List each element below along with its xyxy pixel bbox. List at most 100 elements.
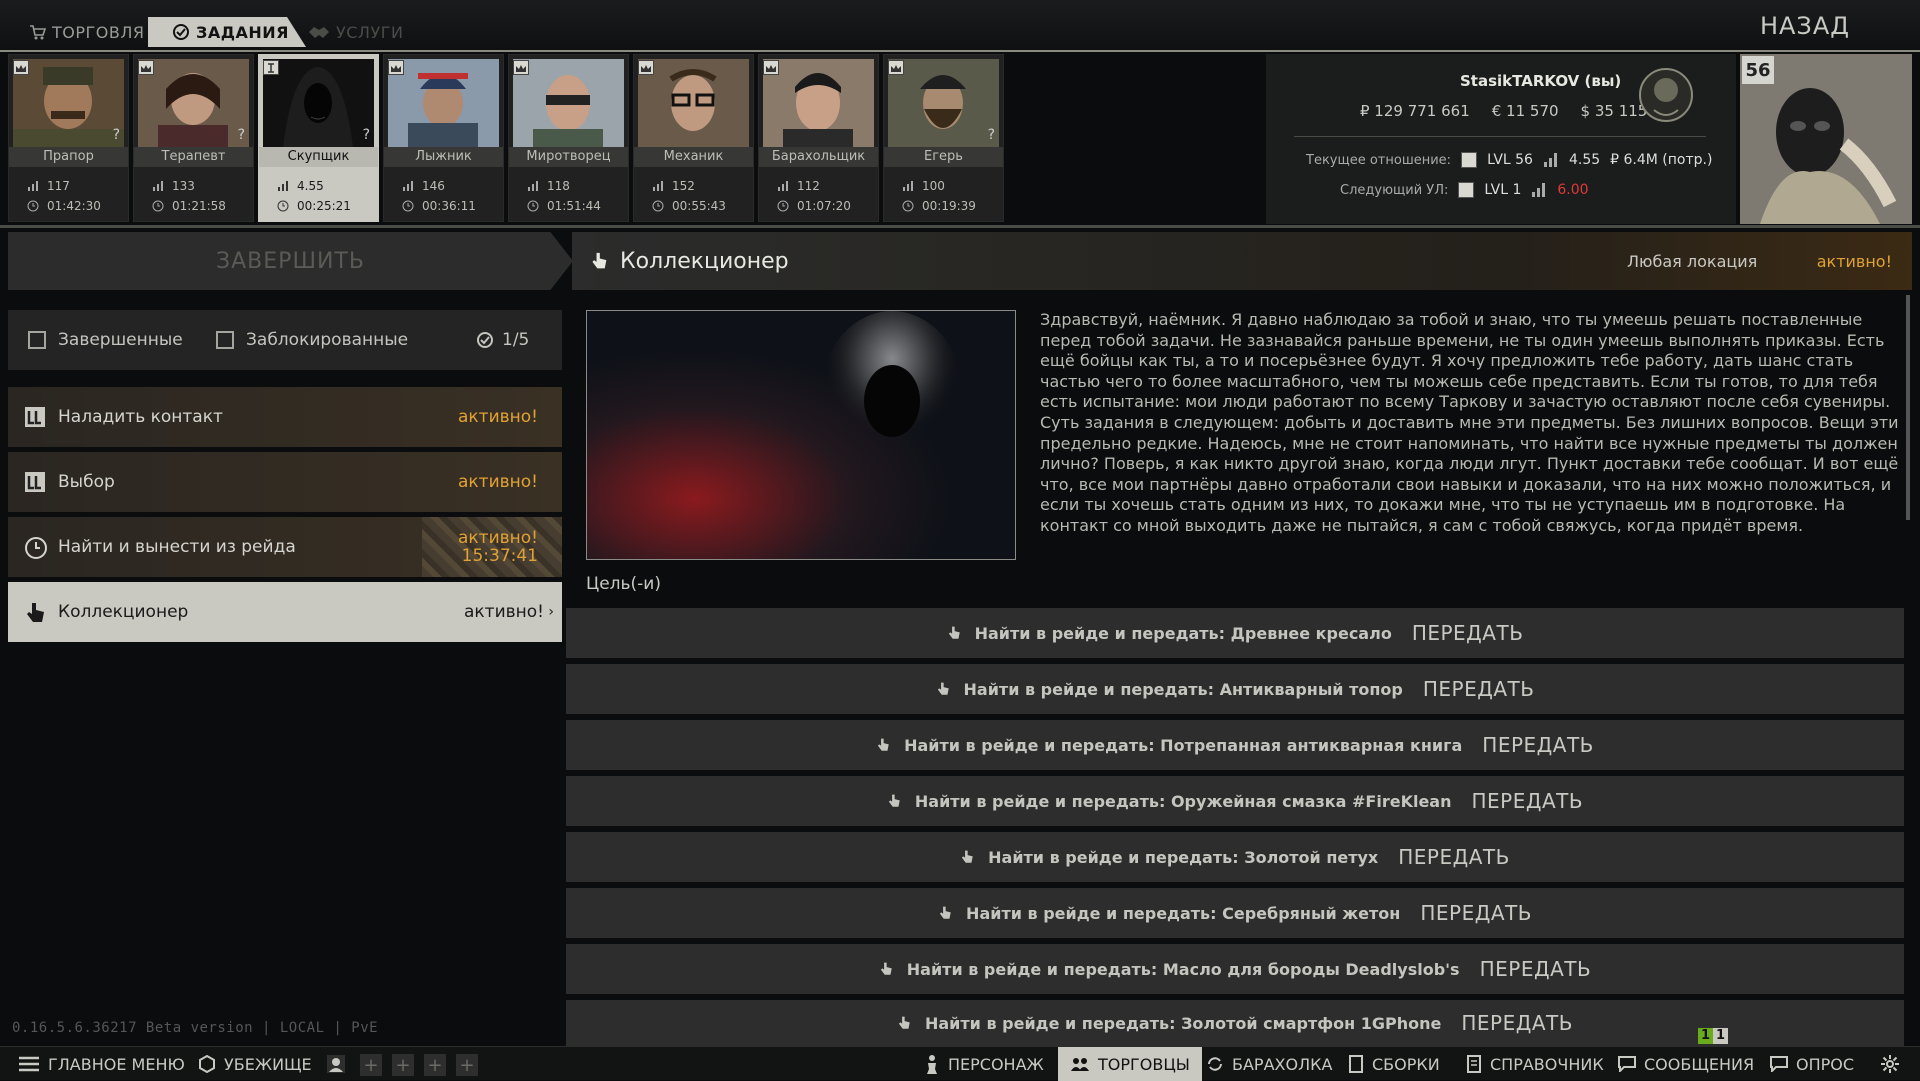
handbook-button[interactable]: СПРАВОЧНИК	[1466, 1047, 1604, 1081]
trade-cart-icon	[30, 25, 46, 40]
quest-item[interactable]: Выбор активно!	[8, 452, 562, 512]
hand-over-button[interactable]: ПЕРЕДАТЬ	[1420, 901, 1532, 925]
quest-item[interactable]: Наладить контакт активно!	[8, 387, 562, 447]
notification-counters: 1 1	[1698, 1028, 1729, 1044]
profile-slot-button[interactable]	[326, 1047, 346, 1081]
trader-level: 117	[27, 179, 70, 193]
tab-trade[interactable]: ТОРГОВЛЯ	[28, 17, 145, 47]
divider	[1294, 136, 1706, 137]
trader-card-fence[interactable]: ? Скупщик 4.55 00:25:21	[258, 54, 379, 222]
trader-level: 118	[527, 179, 570, 193]
builds-button[interactable]: СБОРКИ	[1348, 1047, 1440, 1081]
trader-card-therapist[interactable]: ? Терапевт 133 01:21:58	[133, 54, 254, 222]
quest-image	[586, 310, 1016, 560]
add-slot-button[interactable]: +	[392, 1054, 414, 1076]
quest-location: Любая локация	[1627, 251, 1758, 271]
crown-badge-icon	[763, 60, 779, 75]
trader-name: Миротворец	[509, 147, 628, 167]
trader-name: Барахольщик	[759, 147, 878, 167]
quest-status-label: активно!	[458, 528, 538, 548]
quest-description: Здравствуй, наёмник. Я давно наблюдаю за…	[1040, 310, 1899, 535]
trader-card-jaeger-skier[interactable]: Барахольщик 112 01:07:20	[758, 54, 879, 222]
hideout-button[interactable]: УБЕЖИЩЕ	[198, 1047, 312, 1081]
notification-count: 1	[1713, 1028, 1729, 1044]
character-button[interactable]: ПЕРСОНАЖ	[924, 1047, 1044, 1081]
trader-name: Механик	[634, 147, 753, 167]
objective-text: Найти в рейде и передать: Древнее кресал…	[947, 624, 1392, 643]
trader-name: Лыжник	[384, 147, 503, 167]
trader-card-mechanic[interactable]: Механик 152 00:55:43	[633, 54, 754, 222]
trader-card-prapor[interactable]: ? Прапор 117 01:42:30	[8, 54, 129, 222]
hand-over-button[interactable]: ПЕРЕДАТЬ	[1412, 621, 1524, 645]
add-slot-button[interactable]: +	[360, 1054, 382, 1076]
trader-timer: 00:25:21	[277, 199, 351, 213]
quest-filters: Завершенные Заблокированные 1/5	[8, 310, 562, 370]
trader-level: 152	[652, 179, 695, 193]
clock-icon	[27, 200, 39, 212]
current-spent: ₽ 6.4M (потр.)	[1610, 152, 1713, 168]
trader-portrait	[638, 59, 749, 147]
hand-over-button[interactable]: ПЕРЕДАТЬ	[1471, 789, 1583, 813]
handshake-icon	[309, 27, 329, 38]
standing-bars-icon	[653, 181, 663, 191]
clock-icon	[402, 200, 414, 212]
hand-over-button[interactable]: ПЕРЕДАТЬ	[1423, 677, 1535, 701]
clock-icon	[277, 200, 289, 212]
trader-card-jaeger[interactable]: ? Егерь 100 00:19:39	[883, 54, 1004, 222]
builds-icon	[1349, 1055, 1363, 1073]
objective-text: Найти в рейде и передать: Масло для боро…	[879, 960, 1460, 979]
objective-row: Найти в рейде и передать: Потрепанная ан…	[566, 720, 1904, 770]
checkmark-circle-icon	[173, 24, 189, 40]
clock-icon	[25, 537, 47, 559]
objective-text: Найти в рейде и передать: Золотой смартф…	[897, 1014, 1441, 1033]
main-menu-button[interactable]: ГЛАВНОЕ МЕНЮ	[18, 1047, 185, 1081]
quest-item-selected[interactable]: Коллекционер активно! ›	[8, 582, 562, 642]
trader-portrait	[763, 59, 874, 147]
blocked-filter-checkbox[interactable]: Заблокированные	[216, 330, 408, 350]
trader-card-ragman[interactable]: Лыжник 146 00:36:11	[383, 54, 504, 222]
finish-button[interactable]: ЗАВЕРШИТЬ	[8, 232, 573, 290]
tab-tasks[interactable]: ЗАДАНИЯ	[148, 17, 306, 47]
hand-over-button[interactable]: ПЕРЕДАТЬ	[1461, 1011, 1573, 1035]
objective-row: Найти в рейде и передать: Масло для боро…	[566, 944, 1904, 994]
top-divider	[0, 50, 1920, 52]
traders-button[interactable]: ТОРГОВЦЫ	[1058, 1047, 1202, 1081]
quest-name: Наладить контакт	[58, 407, 223, 427]
completed-filter-checkbox[interactable]: Завершенные	[28, 330, 183, 350]
back-button[interactable]: НАЗАД	[1760, 12, 1850, 40]
trader-card-peacekeeper[interactable]: Миротворец 118 01:51:44	[508, 54, 629, 222]
add-slot-button[interactable]: +	[456, 1054, 478, 1076]
trader-timer: 01:42:30	[27, 199, 101, 213]
objective-row: Найти в рейде и передать: Серебряный жет…	[566, 888, 1904, 938]
hand-over-button[interactable]: ПЕРЕДАТЬ	[1398, 845, 1510, 869]
add-slot-button[interactable]: +	[424, 1054, 446, 1076]
flea-market-button[interactable]: БАРАХОЛКА	[1206, 1047, 1332, 1081]
survey-button[interactable]: ОПРОС	[1770, 1047, 1854, 1081]
player-name: StasikTARKOV (вы)	[1460, 72, 1622, 90]
checkbox-icon	[28, 331, 46, 349]
trader-timer: 01:07:20	[777, 199, 851, 213]
hand-over-button[interactable]: ПЕРЕДАТЬ	[1482, 733, 1594, 757]
current-relation-row: Текущее отношение: LVL 56 4.55 ₽ 6.4M (п…	[1306, 152, 1712, 168]
tab-services[interactable]: УСЛУГИ	[308, 17, 403, 47]
handbook-icon	[1467, 1055, 1481, 1073]
level-roman-badge-icon	[1461, 152, 1478, 168]
objective-text: Найти в рейде и передать: Оружейная смаз…	[887, 792, 1451, 811]
description-scrollbar[interactable]	[1906, 295, 1910, 520]
messages-button[interactable]: СООБЩЕНИЯ	[1618, 1047, 1754, 1081]
notification-count-green: 1	[1698, 1028, 1714, 1044]
player-level-badge: 56	[1742, 56, 1774, 84]
player-info-panel: StasikTARKOV (вы) ₽ 129 771 661 € 11 570…	[1266, 54, 1736, 224]
flea-market-icon	[1208, 1057, 1222, 1071]
hand-over-button[interactable]: ПЕРЕДАТЬ	[1480, 957, 1592, 981]
quest-title: Коллекционер	[620, 248, 789, 274]
standing-bars-icon	[528, 181, 538, 191]
trader-portrait	[13, 59, 124, 147]
trader-timer: 00:36:11	[402, 199, 476, 213]
clock-icon	[902, 200, 914, 212]
trader-timer: 01:21:58	[152, 199, 226, 213]
settings-button[interactable]	[1880, 1047, 1900, 1081]
quest-item[interactable]: Найти и вынести из рейда активно! 15:37:…	[8, 517, 562, 577]
traders-row: ? Прапор 117 01:42:30 ? Терапевт 133 01:…	[8, 54, 1004, 224]
standing-bars-icon	[28, 181, 38, 191]
